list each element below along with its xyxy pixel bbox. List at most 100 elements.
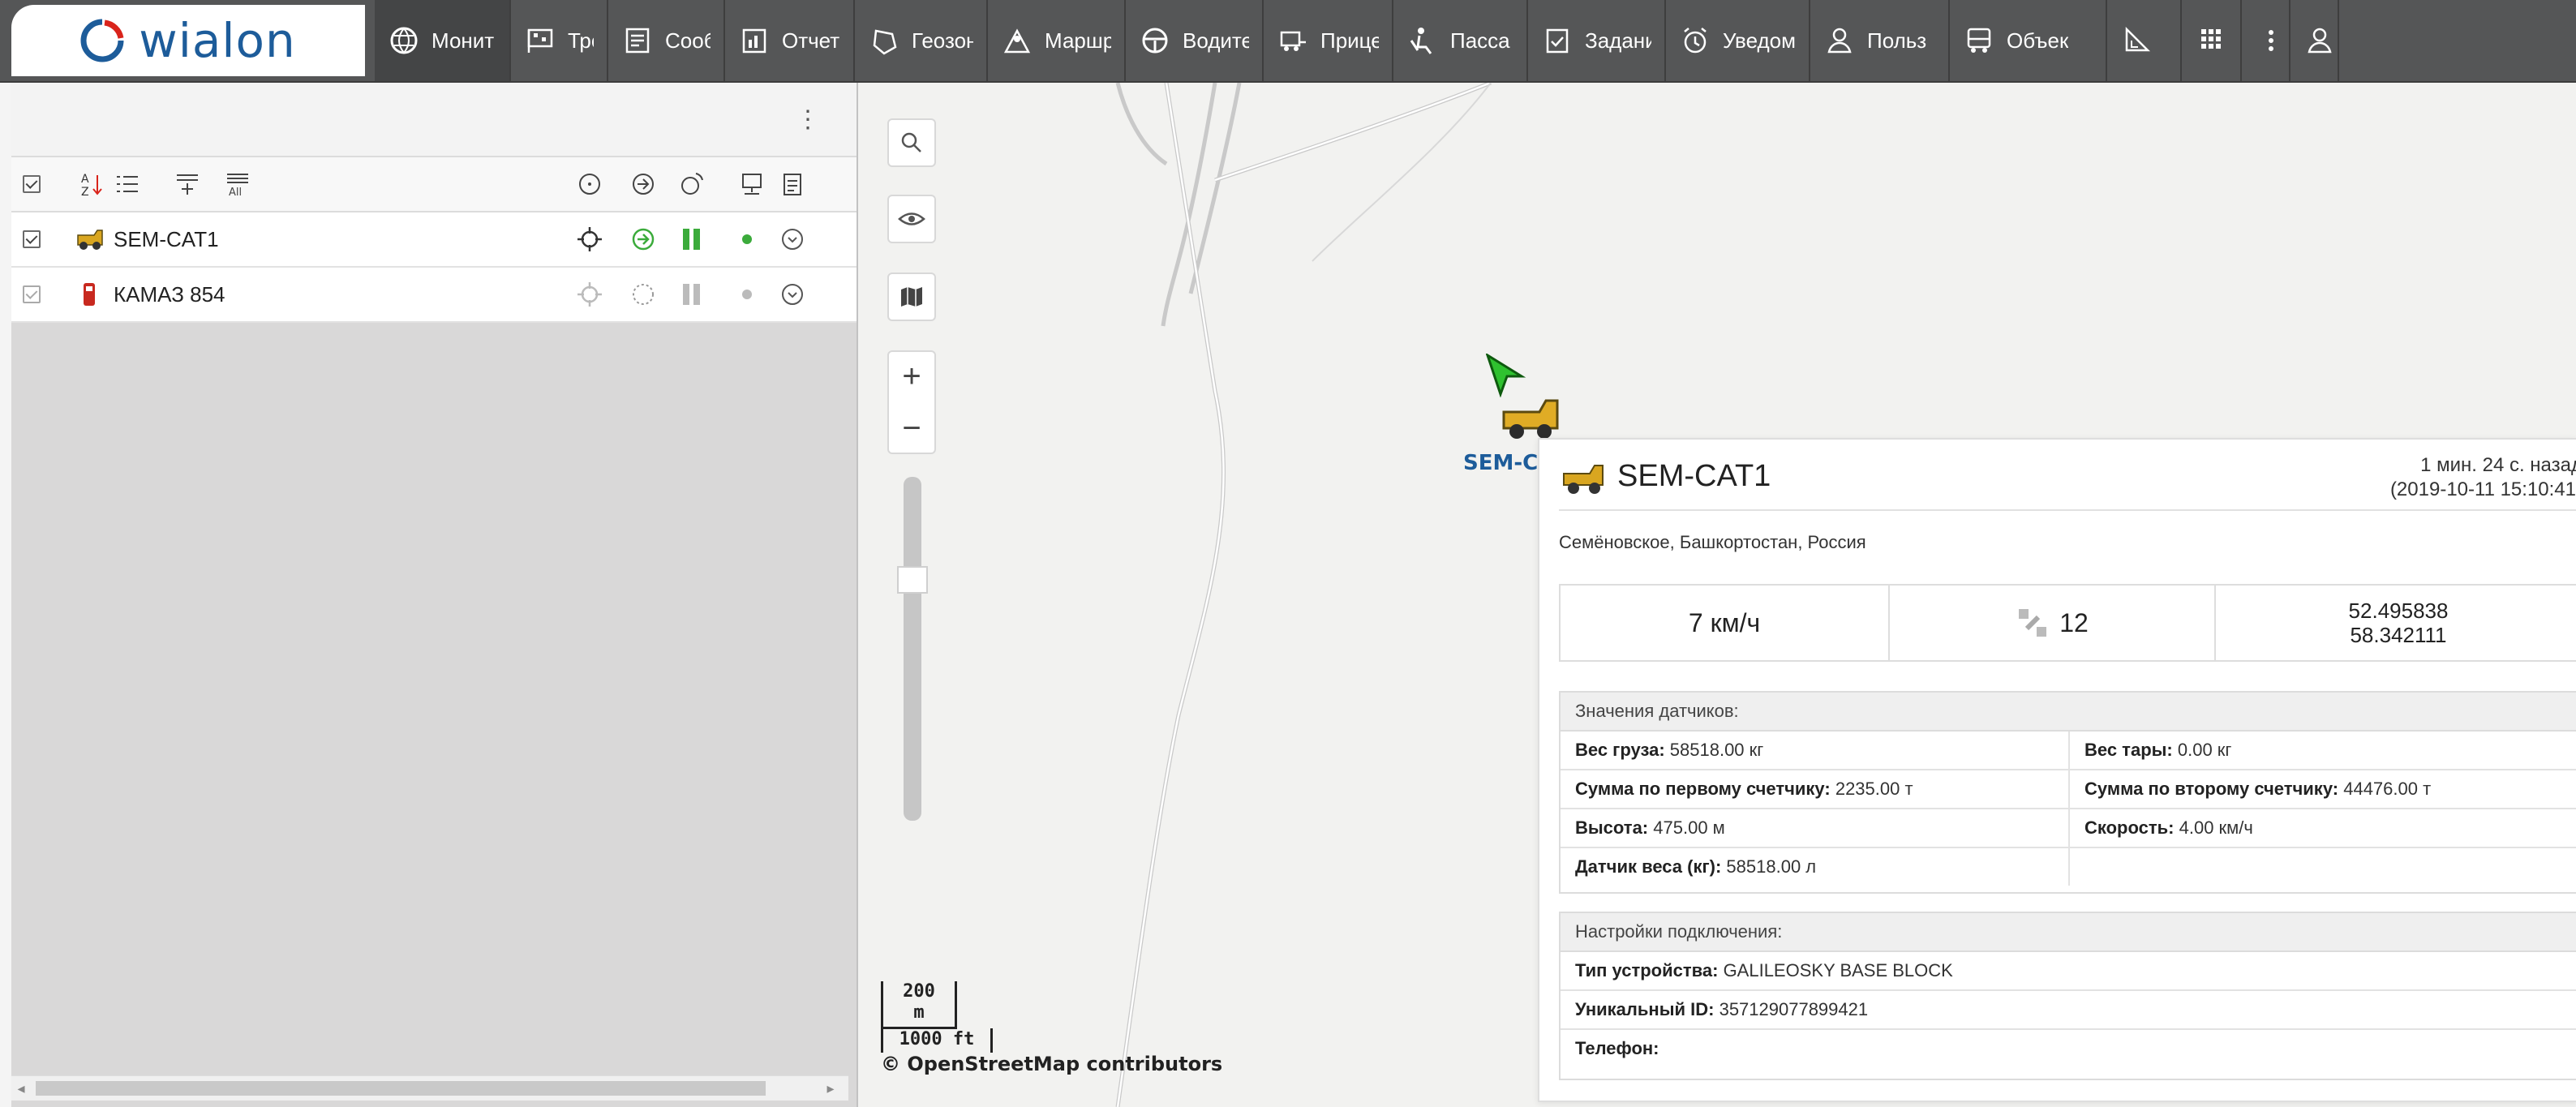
commands-header-icon[interactable]	[779, 170, 806, 198]
no-data-status-icon[interactable]	[629, 281, 657, 308]
follow-header-icon[interactable]	[629, 170, 657, 198]
popup-unit-name: SEM-CAT1	[1617, 459, 1771, 493]
nav-item-label: Польз	[1867, 28, 1927, 53]
nav-item-message[interactable]: Сообще	[608, 0, 725, 81]
expand-icon[interactable]	[779, 281, 806, 308]
sensor-value: 44476.00 т	[2343, 779, 2432, 799]
longitude-value: 58.342111	[2350, 623, 2447, 647]
speed-cell: 7 км/ч	[1561, 586, 1890, 660]
add-group-icon[interactable]	[174, 170, 201, 198]
alarm-icon	[1684, 28, 1707, 54]
unit-list-header: AZ All	[11, 157, 857, 212]
scale-bottom-value: 1000 ft	[881, 1028, 993, 1053]
connection-label: Телефон:	[1575, 1038, 1659, 1058]
account-icon	[2308, 28, 2332, 54]
unit-row[interactable]: SEM-CAT1	[11, 212, 857, 268]
zoom-in-button[interactable]: +	[889, 352, 934, 402]
sort-az-icon[interactable]: AZ	[79, 170, 107, 198]
nav-item-ruler[interactable]	[2107, 0, 2182, 81]
apps-grid-icon	[2201, 29, 2221, 49]
sensor-row: Вес груза: 58518.00 кг Вес тары: 0.00 кг	[1561, 732, 2576, 770]
connection-dot-icon	[742, 234, 752, 244]
nav-item-account[interactable]	[2290, 0, 2339, 81]
list-view-icon[interactable]	[114, 170, 141, 198]
globe-icon	[390, 27, 418, 54]
sensor-label: Вес тары:	[2084, 740, 2173, 760]
nav-item-apps-grid[interactable]	[2182, 0, 2242, 81]
sensor-label: Датчик веса (кг):	[1575, 856, 1722, 877]
main-nav: Монит Треки Сообще Отчеты Геозон Маршр Водите П…	[375, 0, 2339, 81]
nav-item-trailer[interactable]: Прице	[1264, 0, 1393, 81]
signal-strength-icon	[683, 284, 700, 305]
more-vert-icon	[2269, 30, 2273, 51]
connection-label: Тип устройства:	[1575, 960, 1719, 980]
nav-item-flag[interactable]: Треки	[511, 0, 608, 81]
nav-item-label: Водите	[1183, 28, 1249, 53]
sensor-value: 0.00 кг	[2177, 740, 2232, 760]
popup-timestamp: (2019-10-11 15:10:41)	[2389, 478, 2576, 500]
app-window: wialon Монит Треки Сообще Отчеты Геозон Маршр…	[0, 0, 2576, 1107]
connection-row: Тип устройства: GALILEOSKY BASE BLOCK	[1561, 952, 2576, 991]
panel-menu-icon[interactable]: ⋮	[793, 105, 822, 135]
flag-icon	[527, 28, 553, 53]
scale-top-value: 200	[903, 981, 935, 1002]
speed-value: 7 км/ч	[1688, 607, 1761, 637]
locate-header-icon[interactable]	[576, 170, 603, 198]
unit-row[interactable]: КАМАЗ 854	[11, 268, 857, 323]
satellite-icon	[2019, 609, 2047, 637]
nav-item-label: Монит	[431, 28, 495, 53]
nav-item-route[interactable]: Маршр	[988, 0, 1126, 81]
wialon-logo[interactable]: wialon	[11, 5, 365, 76]
horizontal-scrollbar[interactable]: ◂ ▸	[11, 1075, 848, 1101]
sensor-value: 58518.00 л	[1726, 856, 1817, 877]
passenger-icon	[1410, 28, 1432, 54]
panel-toolbar: ⋮	[11, 83, 857, 157]
nav-item-report[interactable]: Отчеты	[725, 0, 855, 81]
logo-text: wialon	[139, 13, 296, 68]
sensor-label: Высота:	[1575, 817, 1649, 838]
truck-marker-icon[interactable]	[1499, 391, 1564, 444]
map-visibility-button[interactable]	[887, 195, 936, 243]
connection-value: 357129077899421	[1719, 999, 1869, 1019]
unit-checkbox[interactable]	[23, 230, 41, 248]
nav-item-steering-wheel[interactable]: Водите	[1126, 0, 1264, 81]
signal-header-icon[interactable]	[678, 170, 706, 198]
dump-truck-icon	[1563, 465, 1604, 494]
expand-icon[interactable]	[779, 225, 806, 253]
zoom-slider[interactable]	[897, 477, 928, 821]
locate-icon[interactable]	[576, 225, 603, 253]
dump-truck-icon	[77, 230, 103, 250]
locate-icon[interactable]	[576, 281, 603, 308]
svg-text:All: All	[229, 187, 242, 198]
monitoring-panel: ⋮ AZ All SEM-CAT1 КАМАЗ 854	[11, 83, 858, 1107]
device-header-icon[interactable]	[738, 170, 766, 198]
scroll-left-icon[interactable]: ◂	[13, 1079, 29, 1097]
nav-item-geofence[interactable]: Геозон	[855, 0, 988, 81]
nav-item-alarm[interactable]: Уведом	[1666, 0, 1810, 81]
unit-map-label[interactable]: SEM-C	[1463, 451, 1538, 475]
unit-checkbox[interactable]	[23, 285, 41, 303]
sensors-header: Значения датчиков:	[1561, 693, 2576, 732]
nav-item-more-vert[interactable]	[2242, 0, 2290, 81]
svg-text:A: A	[81, 173, 89, 186]
signal-strength-icon	[683, 229, 700, 250]
nav-item-task[interactable]: Задани	[1528, 0, 1666, 81]
nav-item-passenger[interactable]: Пасса	[1393, 0, 1528, 81]
scroll-right-icon[interactable]: ▸	[822, 1079, 839, 1097]
nav-item-bus[interactable]: Объек	[1950, 0, 2107, 81]
map-search-button[interactable]	[887, 118, 936, 167]
message-icon	[625, 28, 650, 54]
search-icon	[901, 132, 921, 152]
map-layers-button[interactable]	[887, 272, 936, 321]
select-all-checkbox[interactable]	[23, 175, 41, 193]
nav-item-user[interactable]: Польз	[1810, 0, 1950, 81]
zoom-out-button[interactable]: −	[889, 404, 934, 454]
zoom-slider-handle[interactable]	[897, 566, 928, 594]
nav-item-globe[interactable]: Монит	[375, 0, 511, 81]
moving-status-icon[interactable]	[629, 225, 657, 253]
sensor-value: 475.00 м	[1653, 817, 1725, 838]
add-all-icon[interactable]: All	[224, 170, 251, 198]
unit-name: КАМАЗ 854	[114, 282, 225, 307]
sensor-value: 2235.00 т	[1835, 779, 1913, 799]
scrollbar-thumb[interactable]	[36, 1081, 766, 1096]
